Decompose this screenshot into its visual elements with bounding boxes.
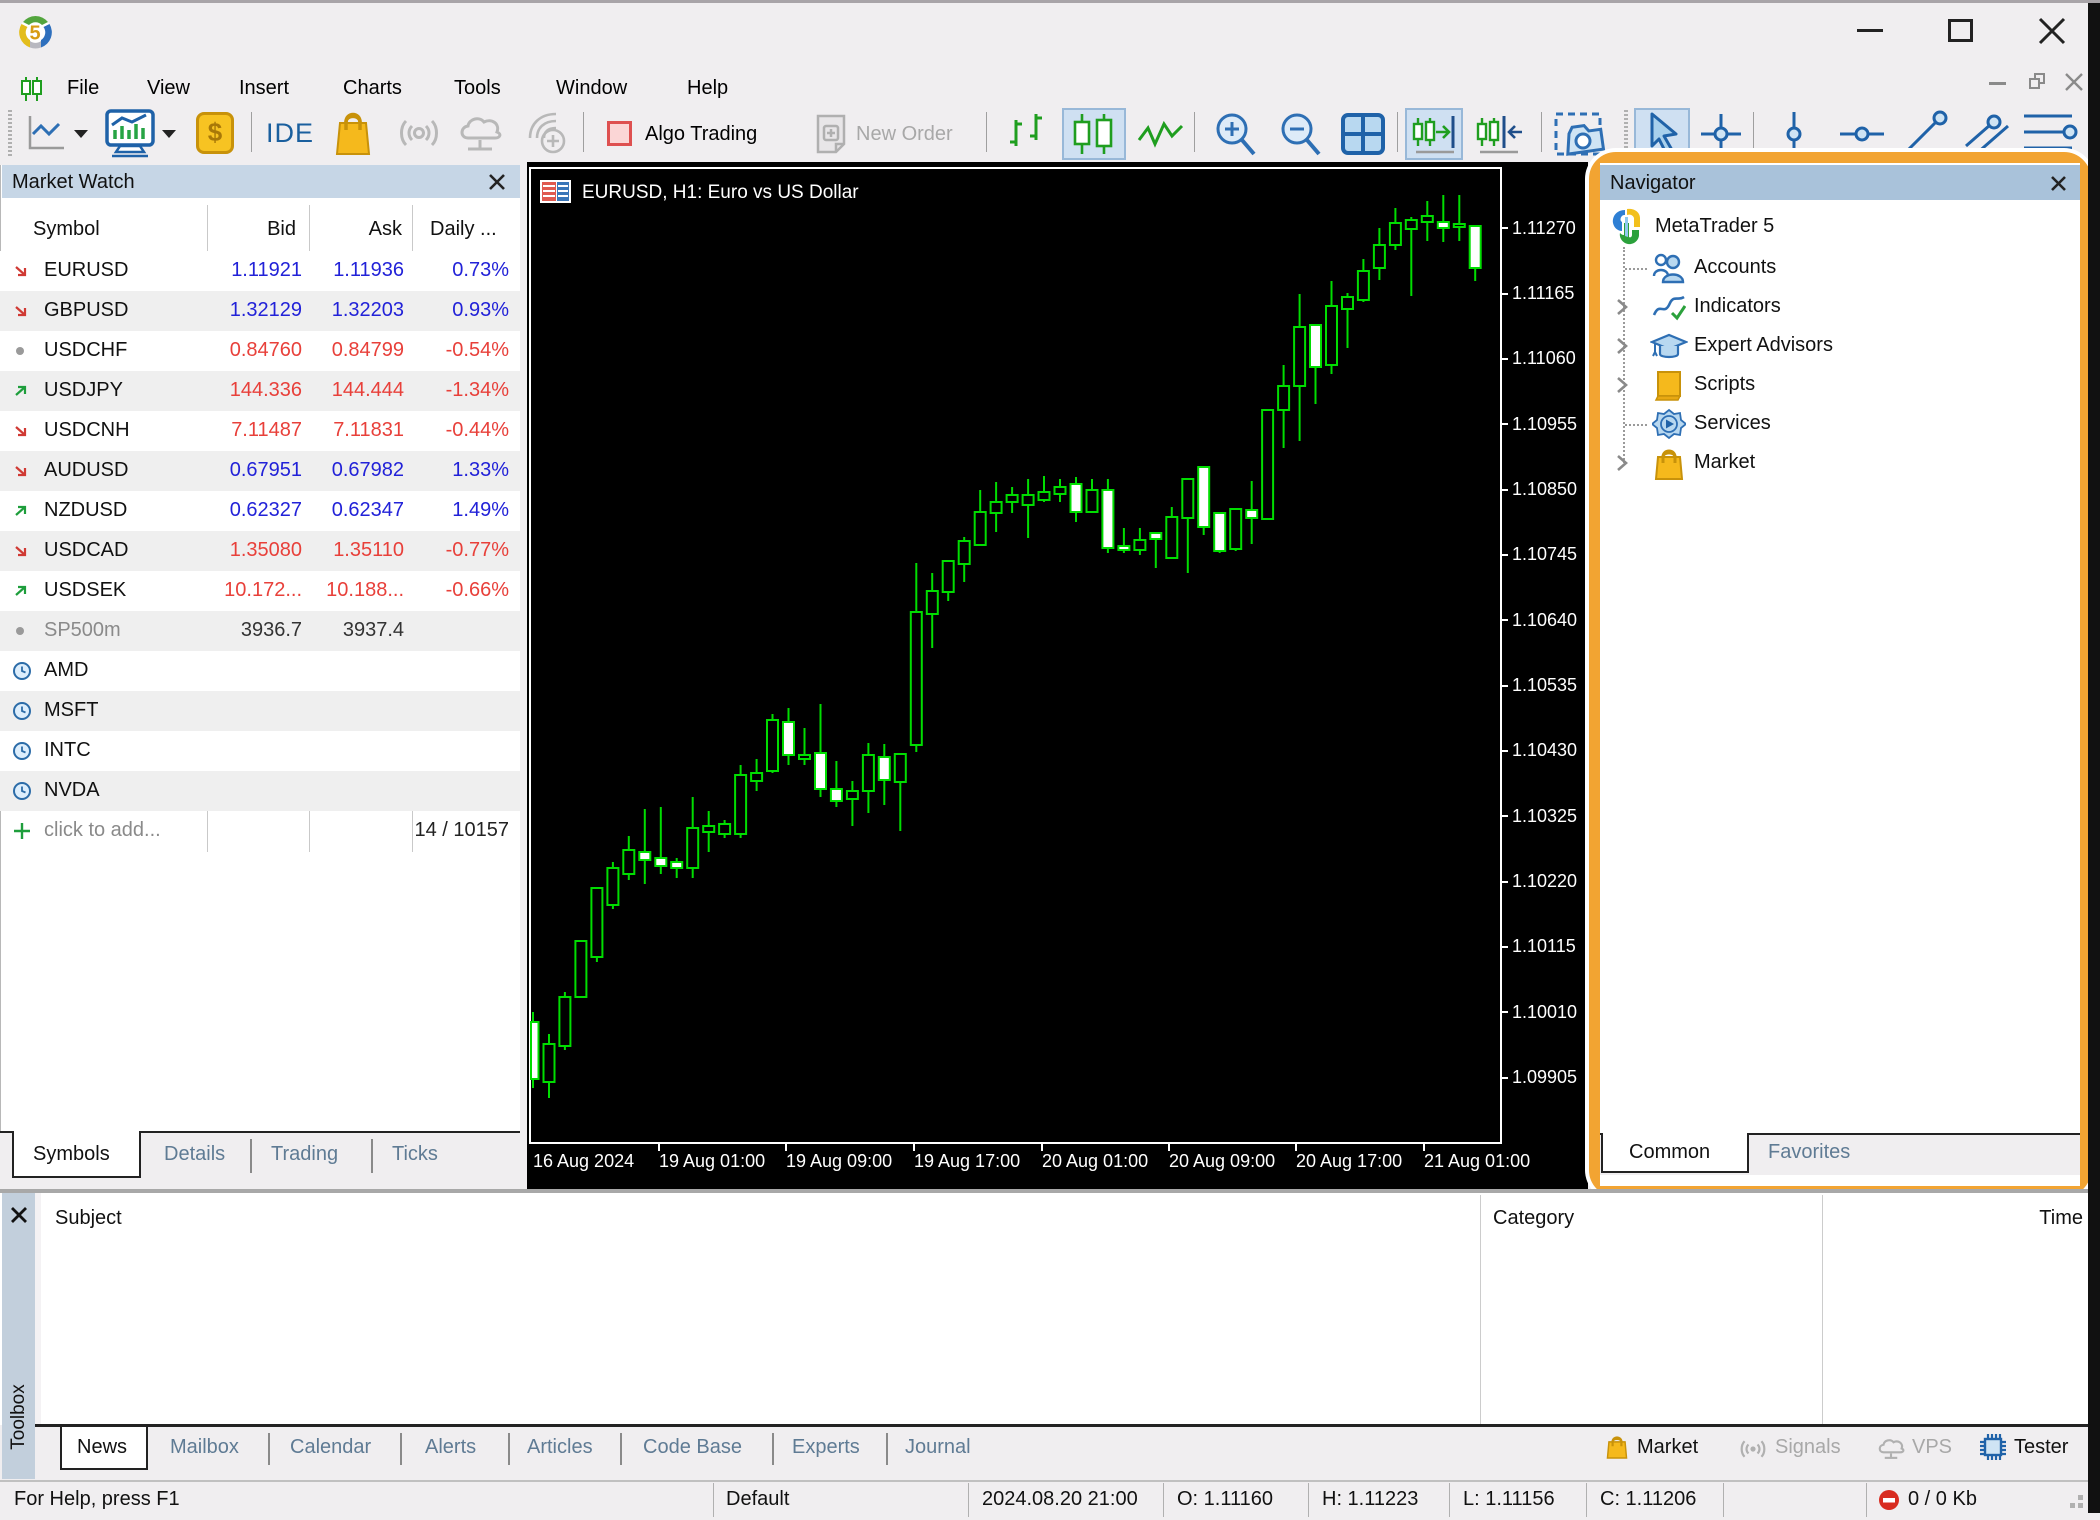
- svg-text:1.11270: 1.11270: [1512, 218, 1576, 238]
- svg-text:19 Aug 09:00: 19 Aug 09:00: [786, 1151, 892, 1171]
- svg-text:1.10430: 1.10430: [1512, 740, 1577, 760]
- svg-text:1.10850: 1.10850: [1512, 479, 1577, 499]
- svg-text:1.10745: 1.10745: [1512, 544, 1577, 564]
- svg-text:1.10010: 1.10010: [1512, 1002, 1577, 1022]
- svg-text:19 Aug 01:00: 19 Aug 01:00: [659, 1151, 765, 1171]
- svg-text:20 Aug 01:00: 20 Aug 01:00: [1042, 1151, 1148, 1171]
- svg-text:16 Aug 2024: 16 Aug 2024: [533, 1151, 634, 1171]
- svg-text:21 Aug 01:00: 21 Aug 01:00: [1424, 1151, 1530, 1171]
- svg-text:1.10955: 1.10955: [1512, 414, 1577, 434]
- svg-text:EURUSD, H1: Euro vs US Dollar: EURUSD, H1: Euro vs US Dollar: [582, 182, 859, 203]
- svg-text:19 Aug 17:00: 19 Aug 17:00: [914, 1151, 1020, 1171]
- svg-text:20 Aug 17:00: 20 Aug 17:00: [1296, 1151, 1402, 1171]
- svg-text:1.11165: 1.11165: [1512, 283, 1574, 303]
- svg-text:1.10535: 1.10535: [1512, 675, 1577, 695]
- svg-text:1.09905: 1.09905: [1512, 1067, 1577, 1087]
- svg-text:1.10640: 1.10640: [1512, 610, 1577, 630]
- svg-text:1.10220: 1.10220: [1512, 871, 1577, 891]
- svg-text:1.10115: 1.10115: [1512, 936, 1576, 956]
- svg-text:20 Aug 09:00: 20 Aug 09:00: [1169, 1151, 1275, 1171]
- svg-text:5: 5: [30, 23, 41, 45]
- svg-text:1.10325: 1.10325: [1512, 806, 1577, 826]
- svg-text:1.11060: 1.11060: [1512, 348, 1576, 368]
